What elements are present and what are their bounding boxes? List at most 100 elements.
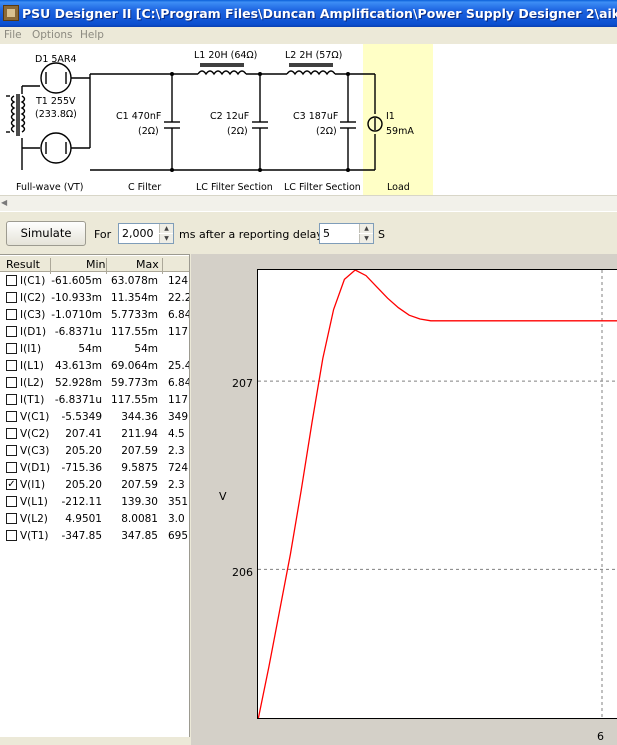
row-checkbox[interactable]	[6, 309, 17, 320]
voltage-chart	[258, 270, 617, 718]
table-row[interactable]: V(L2) 4.9501 8.0081 3.0	[0, 511, 189, 528]
row-checkbox[interactable]	[6, 411, 17, 422]
delay-label: after a reporting delay of	[199, 228, 338, 241]
menu-help[interactable]: Help	[80, 29, 104, 41]
duration-up-icon[interactable]: ▲	[159, 224, 173, 233]
duration-value[interactable]: 2,000	[122, 227, 154, 240]
c3-resistance: (2Ω)	[316, 126, 337, 137]
row-max: 347.85	[121, 530, 158, 542]
table-row[interactable]: I(C2) -10.933m 11.354m 22.2	[0, 290, 189, 307]
delay-down-icon[interactable]: ▼	[359, 234, 373, 243]
delay-spinner[interactable]: 5 ▲ ▼	[319, 223, 374, 244]
header-max[interactable]: Max	[136, 258, 159, 271]
table-row[interactable]: I(T1) -6.8371u 117.55m 117.	[0, 392, 189, 409]
schematic-scrollbar[interactable]: ◀	[0, 195, 617, 211]
row-name: I(C1)	[20, 275, 46, 287]
table-scrollbar[interactable]	[0, 737, 190, 745]
row-checkbox[interactable]	[6, 530, 17, 541]
table-row[interactable]: I(I1) 54m 54m	[0, 341, 189, 358]
row-name: I(T1)	[20, 394, 45, 406]
row-min: 43.613m	[55, 360, 102, 372]
y-axis-label: V	[219, 490, 227, 503]
row-max: 207.59	[121, 479, 158, 491]
table-row[interactable]: V(L1) -212.11 139.30 351	[0, 494, 189, 511]
scroll-left-icon[interactable]: ◀	[1, 198, 13, 210]
table-row[interactable]: V(D1) -715.36 9.5875 724	[0, 460, 189, 477]
row-checkbox[interactable]	[6, 513, 17, 524]
table-row[interactable]: V(C1) -5.5349 344.36 349	[0, 409, 189, 426]
row-name: V(C2)	[20, 428, 50, 440]
header-min[interactable]: Min	[86, 258, 106, 271]
row-min: 4.9501	[65, 513, 102, 525]
y-tick-label: 206	[232, 566, 253, 579]
row-max: 117.55m	[111, 326, 158, 338]
c1-resistance: (2Ω)	[138, 126, 159, 137]
table-row[interactable]: I(L2) 52.928m 59.773m 6.84	[0, 375, 189, 392]
t1-label: T1 255V	[36, 96, 76, 107]
section-lc-filter-1: LC Filter Section	[196, 182, 273, 193]
table-row[interactable]: I(L1) 43.613m 69.064m 25.4	[0, 358, 189, 375]
duration-down-icon[interactable]: ▼	[159, 234, 173, 243]
row-checkbox[interactable]: ✓	[6, 479, 17, 490]
window-title: PSU Designer II [C:\Program Files\Duncan…	[22, 6, 617, 21]
row-min: -6.8371u	[54, 394, 102, 406]
row-name: I(L2)	[20, 377, 44, 389]
row-max: 139.30	[121, 496, 158, 508]
row-checkbox[interactable]	[6, 292, 17, 303]
row-range: 351	[168, 496, 189, 508]
row-checkbox[interactable]	[6, 360, 17, 371]
ms-label: ms	[179, 228, 196, 241]
row-checkbox[interactable]	[6, 445, 17, 456]
row-checkbox[interactable]	[6, 394, 17, 405]
row-name: V(L2)	[20, 513, 48, 525]
y-tick-label: 207	[232, 377, 253, 390]
row-min: -61.605m	[51, 275, 102, 287]
header-result[interactable]: Result	[6, 258, 40, 271]
table-row[interactable]: V(T1) -347.85 347.85 695	[0, 528, 189, 545]
row-checkbox[interactable]	[6, 275, 17, 286]
section-lc-filter-2: LC Filter Section	[284, 182, 361, 193]
row-checkbox[interactable]	[6, 496, 17, 507]
row-min: -10.933m	[51, 292, 102, 304]
series-line	[258, 270, 617, 718]
l1-label: L1 20H (64Ω)	[194, 50, 258, 61]
table-row[interactable]: I(D1) -6.8371u 117.55m 117.	[0, 324, 189, 341]
row-checkbox[interactable]	[6, 462, 17, 473]
row-checkbox[interactable]	[6, 343, 17, 354]
duration-spinner[interactable]: 2,000 ▲ ▼	[118, 223, 174, 244]
table-row[interactable]: V(C2) 207.41 211.94 4.5	[0, 426, 189, 443]
row-max: 59.773m	[111, 377, 158, 389]
row-checkbox[interactable]	[6, 326, 17, 337]
row-range: 2.3	[168, 445, 185, 457]
menu-file[interactable]: File	[4, 29, 22, 41]
row-min: -715.36	[61, 462, 102, 474]
row-max: 9.5875	[121, 462, 158, 474]
simulate-button[interactable]: Simulate	[6, 221, 86, 246]
menu-options[interactable]: Options	[32, 29, 73, 41]
row-checkbox[interactable]	[6, 428, 17, 439]
l2-label: L2 2H (57Ω)	[285, 50, 343, 61]
circuit-schematic: D1 5AR4 T1 255V (233.8Ω) C1 470nF (2Ω) L…	[0, 44, 617, 195]
row-checkbox[interactable]	[6, 377, 17, 388]
row-name: V(I1)	[20, 479, 46, 491]
row-name: I(I1)	[20, 343, 42, 355]
row-name: V(L1)	[20, 496, 48, 508]
row-min: -6.8371u	[54, 326, 102, 338]
row-max: 69.064m	[111, 360, 158, 372]
row-max: 8.0081	[121, 513, 158, 525]
row-range: 6.84	[168, 377, 189, 389]
row-name: I(L1)	[20, 360, 44, 372]
row-range: 6.84	[168, 309, 189, 321]
row-max: 117.55m	[111, 394, 158, 406]
row-min: -212.11	[61, 496, 102, 508]
row-min: 52.928m	[55, 377, 102, 389]
row-min: 207.41	[65, 428, 102, 440]
delay-value[interactable]: 5	[323, 227, 330, 240]
table-row[interactable]: I(C1) -61.605m 63.078m 124.	[0, 273, 189, 290]
table-row[interactable]: I(C3) -1.0710m 5.7733m 6.84	[0, 307, 189, 324]
app-icon	[3, 5, 19, 21]
delay-up-icon[interactable]: ▲	[359, 224, 373, 233]
table-row[interactable]: ✓ V(I1) 205.20 207.59 2.3	[0, 477, 189, 494]
table-row[interactable]: V(C3) 205.20 207.59 2.3	[0, 443, 189, 460]
row-max: 11.354m	[111, 292, 158, 304]
